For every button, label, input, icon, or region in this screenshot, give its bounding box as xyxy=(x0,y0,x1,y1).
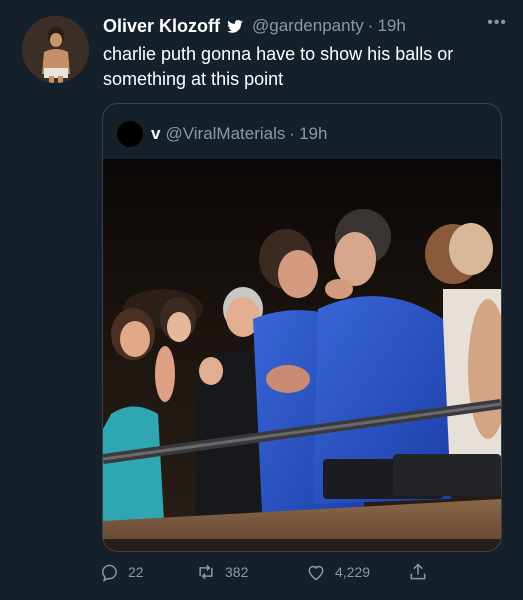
quoted-author-name: v xyxy=(151,124,161,143)
share-icon xyxy=(410,563,426,580)
tweet-header: Oliver Klozoff @gardenpanty · 19h xyxy=(103,14,513,38)
quoted-tweet-header: v @ViralMaterials · 19h xyxy=(117,121,327,147)
tweet-actions: 22 382 4,229 xyxy=(100,562,440,588)
author-handle[interactable]: @gardenpanty xyxy=(252,16,364,36)
like-button[interactable]: 4,229 xyxy=(305,562,370,582)
reply-button[interactable]: 22 xyxy=(100,562,144,582)
avatar[interactable] xyxy=(22,16,89,83)
author-name[interactable]: Oliver Klozoff xyxy=(103,16,220,37)
share-button[interactable] xyxy=(408,562,428,582)
tweet[interactable]: Oliver Klozoff @gardenpanty · 19h ••• ch… xyxy=(0,0,523,600)
separator-dot: · xyxy=(367,16,374,35)
timestamp[interactable]: 19h xyxy=(377,16,405,36)
quoted-tweet[interactable]: v @ViralMaterials · 19h xyxy=(102,103,502,552)
quoted-author-handle: @ViralMaterials xyxy=(165,124,286,143)
tweet-text: charlie puth gonna have to show his ball… xyxy=(103,44,454,89)
like-count: 4,229 xyxy=(335,564,371,580)
reply-icon xyxy=(102,564,117,582)
avatar-photo xyxy=(22,16,89,83)
quoted-avatar xyxy=(117,121,143,147)
retweet-count: 382 xyxy=(225,564,249,580)
like-icon xyxy=(308,565,324,581)
separator-dot: · xyxy=(289,124,296,143)
verified-badge-icon xyxy=(226,17,244,35)
retweet-icon xyxy=(199,564,213,580)
retweet-button[interactable]: 382 xyxy=(195,562,248,582)
more-icon[interactable]: ••• xyxy=(487,14,507,32)
quoted-timestamp: 19h xyxy=(299,124,328,143)
reply-count: 22 xyxy=(128,564,144,580)
quoted-photo[interactable] xyxy=(103,159,501,551)
